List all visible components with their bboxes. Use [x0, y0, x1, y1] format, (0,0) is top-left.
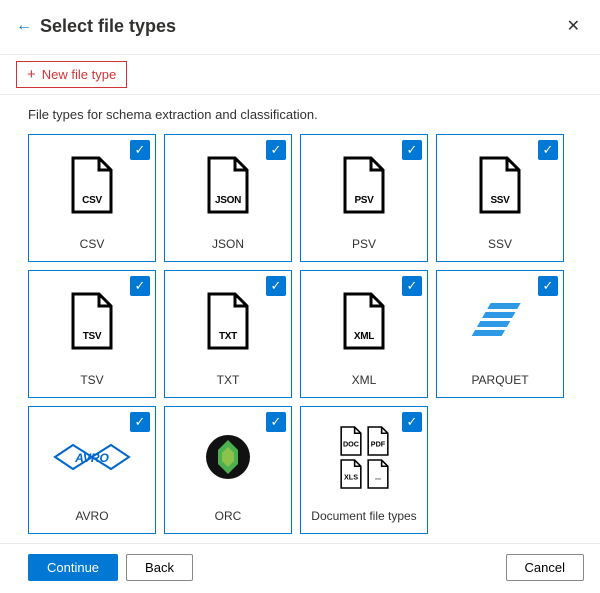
- checkmark-icon: ✓: [538, 140, 558, 160]
- file-type-tile-xml[interactable]: ✓ XML XML: [300, 270, 428, 398]
- tile-label: PARQUET: [469, 365, 530, 397]
- tile-label: PSV: [350, 229, 378, 261]
- tile-label: CSV: [78, 229, 107, 261]
- checkmark-icon: ✓: [130, 412, 150, 432]
- new-file-type-label: New file type: [42, 67, 116, 82]
- checkmark-icon: ✓: [402, 140, 422, 160]
- tile-label: AVRO: [73, 501, 110, 533]
- tile-label: XML: [350, 365, 379, 397]
- svg-text:XLS: XLS: [343, 472, 357, 481]
- file-type-tile-avro[interactable]: ✓ AVRO AVRO: [28, 406, 156, 534]
- svg-text:DOC: DOC: [342, 439, 359, 448]
- tile-label: SSV: [486, 229, 514, 261]
- tile-label: Document file types: [309, 501, 418, 533]
- file-icon-text: PSV: [345, 195, 383, 206]
- file-type-tile-csv[interactable]: ✓ CSV CSV: [28, 134, 156, 262]
- close-icon[interactable]: ✕: [563, 12, 584, 40]
- file-type-tile-psv[interactable]: ✓ PSV PSV: [300, 134, 428, 262]
- file-icon-text: JSON: [209, 195, 247, 206]
- svg-text:...: ...: [374, 472, 380, 481]
- checkmark-icon: ✓: [402, 276, 422, 296]
- file-type-tile-txt[interactable]: ✓ TXT TXT: [164, 270, 292, 398]
- file-icon-text: TXT: [209, 331, 247, 342]
- description-text: File types for schema extraction and cla…: [0, 107, 600, 134]
- file-type-tile-document-file-types[interactable]: ✓ DOC PDF XLS... Document file types: [300, 406, 428, 534]
- svg-text:AVRO: AVRO: [74, 451, 109, 465]
- new-file-type-button[interactable]: + New file type: [16, 61, 127, 88]
- checkmark-icon: ✓: [266, 140, 286, 160]
- cancel-button[interactable]: Cancel: [506, 554, 584, 581]
- back-arrow-icon[interactable]: ←: [16, 17, 32, 35]
- svg-text:PDF: PDF: [370, 439, 385, 448]
- file-type-tile-ssv[interactable]: ✓ SSV SSV: [436, 134, 564, 262]
- checkmark-icon: ✓: [130, 140, 150, 160]
- file-icon-text: SSV: [481, 195, 519, 206]
- file-icon-text: TSV: [73, 331, 111, 342]
- checkmark-icon: ✓: [130, 276, 150, 296]
- file-type-tile-orc[interactable]: ✓ ORC: [164, 406, 292, 534]
- file-type-tile-json[interactable]: ✓ JSON JSON: [164, 134, 292, 262]
- tile-label: JSON: [210, 229, 246, 261]
- file-type-tile-parquet[interactable]: ✓ PARQUET: [436, 270, 564, 398]
- checkmark-icon: ✓: [402, 412, 422, 432]
- tile-label: TSV: [78, 365, 105, 397]
- checkmark-icon: ✓: [266, 412, 286, 432]
- back-button[interactable]: Back: [126, 554, 193, 581]
- file-type-tile-tsv[interactable]: ✓ TSV TSV: [28, 270, 156, 398]
- page-title: Select file types: [40, 16, 563, 37]
- checkmark-icon: ✓: [538, 276, 558, 296]
- tile-label: TXT: [215, 365, 242, 397]
- file-icon-text: XML: [345, 331, 383, 342]
- plus-icon: +: [27, 66, 36, 83]
- file-type-grid: ✓ CSV CSV ✓ JSON JSON ✓ PSV PSV ✓ SSV SSV ✓ TSV TSV ✓ TX…: [0, 134, 600, 534]
- checkmark-icon: ✓: [266, 276, 286, 296]
- file-icon-text: CSV: [73, 195, 111, 206]
- continue-button[interactable]: Continue: [28, 554, 118, 581]
- tile-label: ORC: [213, 501, 244, 533]
